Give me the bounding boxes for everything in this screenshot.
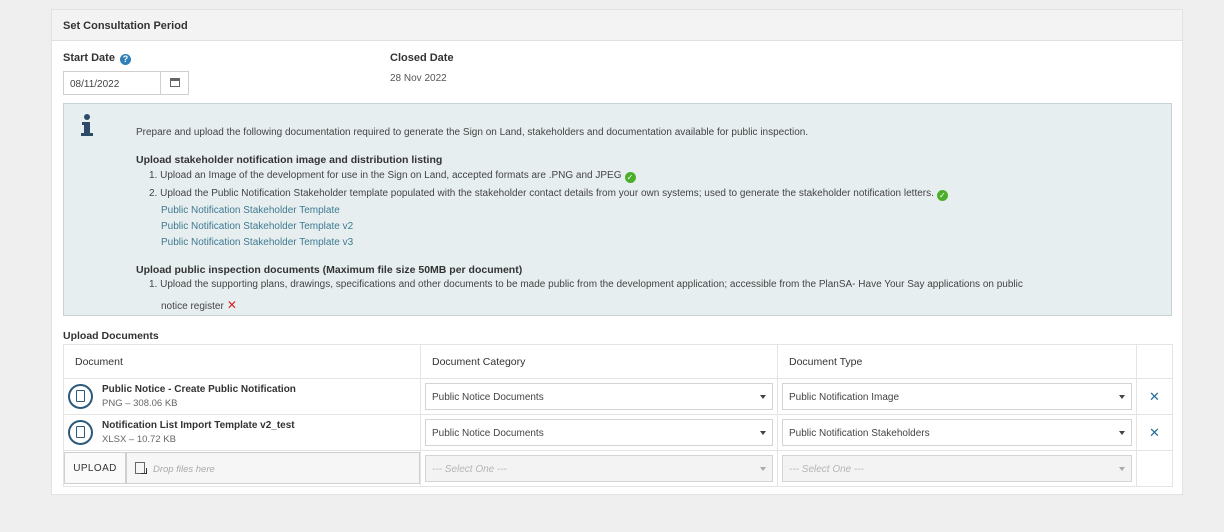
check-icon: ✓ — [936, 190, 948, 201]
panel-title: Set Consultation Period — [52, 10, 1182, 41]
caret-down-icon — [760, 467, 766, 471]
link-stakeholder-template[interactable]: Public Notification Stakeholder Template — [161, 205, 340, 216]
info-section1-title: Upload stakeholder notification image an… — [136, 154, 443, 166]
file-meta: PNG – 308.06 KB — [102, 398, 178, 409]
info-section2-title: Upload public inspection documents (Maxi… — [136, 264, 523, 276]
info-icon — [81, 114, 93, 138]
upload-button[interactable]: UPLOAD — [64, 452, 126, 484]
info-step3-cont: notice register ✕ — [161, 298, 237, 312]
select-value: Public Notification Stakeholders — [789, 428, 930, 439]
empty-action-cell — [1136, 450, 1173, 487]
column-header-actions — [1136, 344, 1173, 379]
document-type-select[interactable]: Public Notification Stakeholders — [782, 419, 1132, 446]
new-type-select[interactable]: --- Select One --- — [782, 455, 1132, 482]
drop-placeholder: Drop files here — [153, 464, 215, 475]
new-category-select[interactable]: --- Select One --- — [425, 455, 773, 482]
upload-documents-title: Upload Documents — [63, 330, 159, 342]
document-category-select[interactable]: Public Notice Documents — [425, 419, 773, 446]
file-name: Notification List Import Template v2_tes… — [102, 420, 295, 431]
check-icon: ✓ — [624, 172, 636, 183]
closed-date-value: 28 Nov 2022 — [390, 73, 447, 84]
info-step1: 1. Upload an Image of the development fo… — [149, 170, 636, 183]
link-stakeholder-template-v2[interactable]: Public Notification Stakeholder Template… — [161, 221, 353, 232]
caret-down-icon — [1119, 467, 1125, 471]
table-row: Public Notice - Create Public Notificati… — [63, 378, 1173, 415]
document-type-select[interactable]: Public Notification Image — [782, 383, 1132, 410]
column-header-document: Document — [63, 344, 421, 379]
select-value: Public Notice Documents — [432, 392, 544, 403]
column-header-category: Document Category — [420, 344, 778, 379]
info-box: Prepare and upload the following documen… — [63, 103, 1172, 316]
select-placeholder: --- Select One --- — [789, 464, 865, 475]
file-icon — [68, 384, 93, 409]
remove-icon[interactable]: ✕ — [1136, 414, 1173, 451]
file-meta: XLSX – 10.72 KB — [102, 434, 176, 445]
info-step3: 1. Upload the supporting plans, drawings… — [149, 279, 1023, 290]
documents-table: Document Document Category Document Type… — [63, 344, 1173, 487]
start-date-input[interactable]: 08/11/2022 — [63, 71, 189, 95]
select-value: Public Notice Documents — [432, 428, 544, 439]
select-placeholder: --- Select One --- — [432, 464, 508, 475]
caret-down-icon — [1119, 395, 1125, 399]
start-date-label: Start Date ? — [63, 52, 132, 65]
caret-down-icon — [1119, 431, 1125, 435]
caret-down-icon — [760, 431, 766, 435]
closed-date-label: Closed Date — [390, 52, 454, 64]
document-category-select[interactable]: Public Notice Documents — [425, 383, 773, 410]
calendar-icon — [170, 78, 180, 87]
start-date-value: 08/11/2022 — [70, 79, 120, 90]
select-value: Public Notification Image — [789, 392, 900, 403]
drop-zone[interactable]: Drop files here — [126, 452, 420, 484]
caret-down-icon — [760, 395, 766, 399]
link-stakeholder-template-v3[interactable]: Public Notification Stakeholder Template… — [161, 237, 353, 248]
help-icon[interactable]: ? — [120, 54, 132, 65]
calendar-button[interactable] — [160, 72, 188, 94]
file-name: Public Notice - Create Public Notificati… — [102, 384, 296, 395]
table-row: Notification List Import Template v2_tes… — [63, 414, 1173, 451]
info-intro: Prepare and upload the following documen… — [136, 127, 809, 138]
cross-icon: ✕ — [226, 298, 237, 312]
upload-row: UPLOAD Drop files here --- Select One --… — [63, 450, 1173, 487]
column-header-type: Document Type — [777, 344, 1137, 379]
remove-icon[interactable]: ✕ — [1136, 378, 1173, 415]
consultation-panel: Set Consultation Period Start Date ? 08/… — [51, 9, 1183, 495]
cursor-icon — [141, 468, 147, 474]
file-icon — [68, 420, 93, 445]
info-step2: 2. Upload the Public Notification Stakeh… — [149, 188, 948, 201]
